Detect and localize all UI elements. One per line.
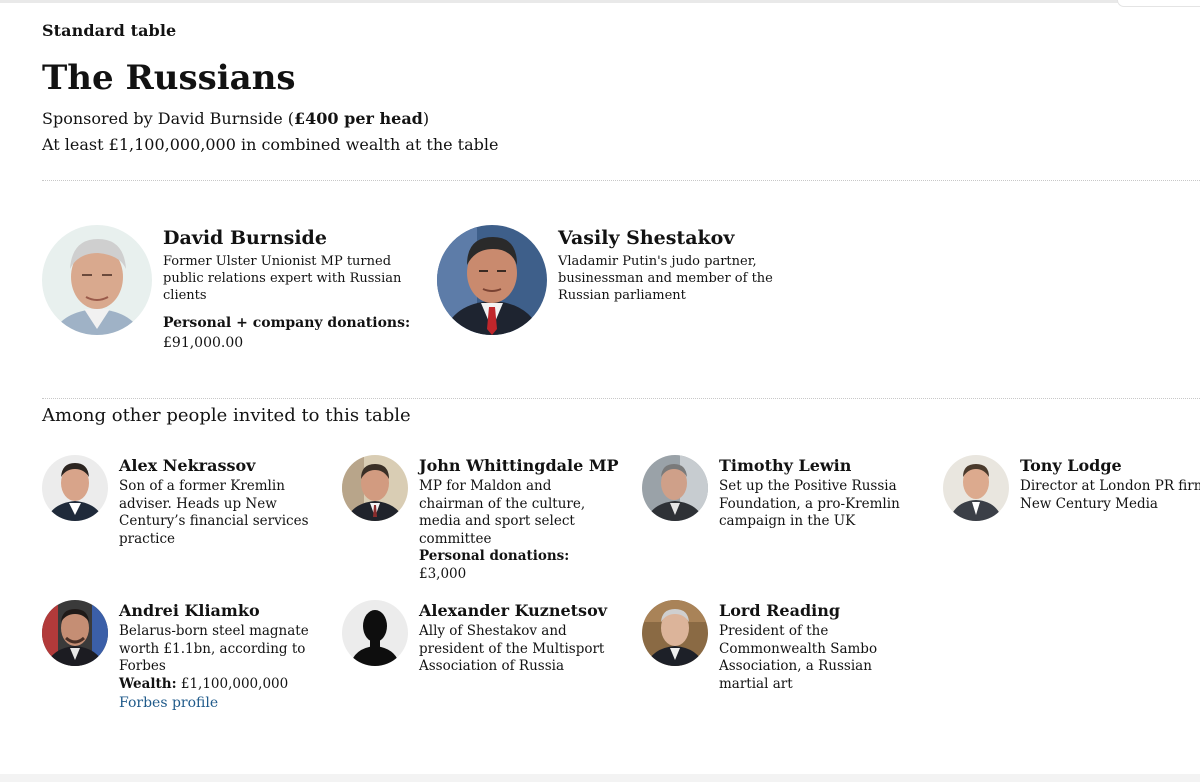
guest-name: Andrei Kliamko xyxy=(119,601,260,620)
guest-description-block: Director at London PR firm New Century M… xyxy=(1020,478,1200,513)
guest-name: Lord Reading xyxy=(719,601,841,620)
guest-name: Vasily Shestakov xyxy=(558,227,735,249)
guest-description-block: Belarus-born steel magnate worth £1.1bn,… xyxy=(119,623,311,713)
avatar-placeholder xyxy=(342,600,408,666)
wealth-line: Wealth: £1,100,000,000 xyxy=(119,676,311,694)
guest-description: Ally of Shestakov and president of the M… xyxy=(419,623,605,674)
bottom-border xyxy=(0,774,1200,782)
sponsor-line: Sponsored by David Burnside (£400 per he… xyxy=(42,108,429,130)
guest-description: Set up the Positive Russia Foundation, a… xyxy=(719,478,900,529)
avatar xyxy=(42,225,152,335)
guest-description: Son of a former Kremlin adviser. Heads u… xyxy=(119,478,309,547)
guest-timothy-lewin: Timothy Lewin Set up the Positive Russia… xyxy=(642,455,912,585)
sponsor-suffix: ) xyxy=(422,109,430,128)
guest-description-block: Set up the Positive Russia Foundation, a… xyxy=(719,478,911,531)
avatar xyxy=(342,455,408,521)
avatar xyxy=(42,455,108,521)
main-guest-david-burnside: David Burnside Former Ulster Unionist MP… xyxy=(42,225,410,365)
guest-john-whittingdale: John Whittingdale MP MP for Maldon and c… xyxy=(342,455,619,585)
guest-alex-nekrassov: Alex Nekrassov Son of a former Kremlin a… xyxy=(42,455,312,585)
guest-tony-lodge: Tony Lodge Director at London PR firm Ne… xyxy=(943,455,1200,585)
guest-description-block: Son of a former Kremlin adviser. Heads u… xyxy=(119,478,311,548)
guest-name: John Whittingdale MP xyxy=(419,456,619,475)
avatar xyxy=(642,600,708,666)
guest-description: MP for Maldon and chairman of the cultur… xyxy=(419,478,586,547)
guest-description: Vladamir Putin's judo partner, businessm… xyxy=(558,254,773,303)
guest-description: Director at London PR firm New Century M… xyxy=(1020,478,1200,512)
table-title: The Russians xyxy=(42,58,296,98)
table-card: Standard table The Russians Sponsored by… xyxy=(42,0,1200,782)
guest-name: Tony Lodge xyxy=(1020,456,1122,475)
guest-description: President of the Commonwealth Sambo Asso… xyxy=(719,623,878,692)
guest-description-block: Ally of Shestakov and president of the M… xyxy=(419,623,611,676)
avatar xyxy=(642,455,708,521)
wealth-line: At least £1,100,000,000 in combined weal… xyxy=(42,135,499,154)
guest-alexander-kuznetsov: Alexander Kuznetsov Ally of Shestakov an… xyxy=(342,600,612,730)
guest-name: Alexander Kuznetsov xyxy=(419,601,608,620)
wealth-label: Wealth: xyxy=(119,675,177,692)
wealth-value: £1,100,000,000 xyxy=(176,675,289,692)
guest-name: Timothy Lewin xyxy=(719,456,852,475)
guest-description-block: President of the Commonwealth Sambo Asso… xyxy=(719,623,911,693)
sponsor-price: £400 per head xyxy=(294,109,423,128)
donation-label: Personal donations: xyxy=(419,548,570,564)
guest-description-block: MP for Maldon and chairman of the cultur… xyxy=(419,478,611,583)
guest-description: Belarus-born steel magnate worth £1.1bn,… xyxy=(119,623,309,674)
avatar xyxy=(42,600,108,666)
guest-andrei-kliamko: Andrei Kliamko Belarus-born steel magnat… xyxy=(42,600,312,730)
avatar xyxy=(437,225,547,335)
avatar xyxy=(943,455,1009,521)
sponsor-prefix: Sponsored by David Burnside ( xyxy=(42,109,295,128)
guest-lord-reading: Lord Reading President of the Commonweal… xyxy=(642,600,912,730)
donation-label: Personal + company donations: xyxy=(163,315,411,331)
others-heading: Among other people invited to this table xyxy=(42,405,411,426)
guest-description: Former Ulster Unionist MP turned public … xyxy=(163,254,402,303)
donation-line: Personal donations: £3,000 xyxy=(419,548,611,583)
table-kicker: Standard table xyxy=(42,21,177,40)
guest-name: David Burnside xyxy=(163,227,327,249)
forbes-profile-link[interactable]: Forbes profile xyxy=(119,693,311,713)
main-guest-vasily-shestakov: Vasily Shestakov Vladamir Putin's judo p… xyxy=(437,225,797,365)
guest-name: Alex Nekrassov xyxy=(119,456,256,475)
divider xyxy=(42,180,1200,181)
divider xyxy=(42,398,1200,399)
donation-value: £3,000 xyxy=(419,565,467,582)
donation-value: £91,000.00 xyxy=(163,335,244,351)
